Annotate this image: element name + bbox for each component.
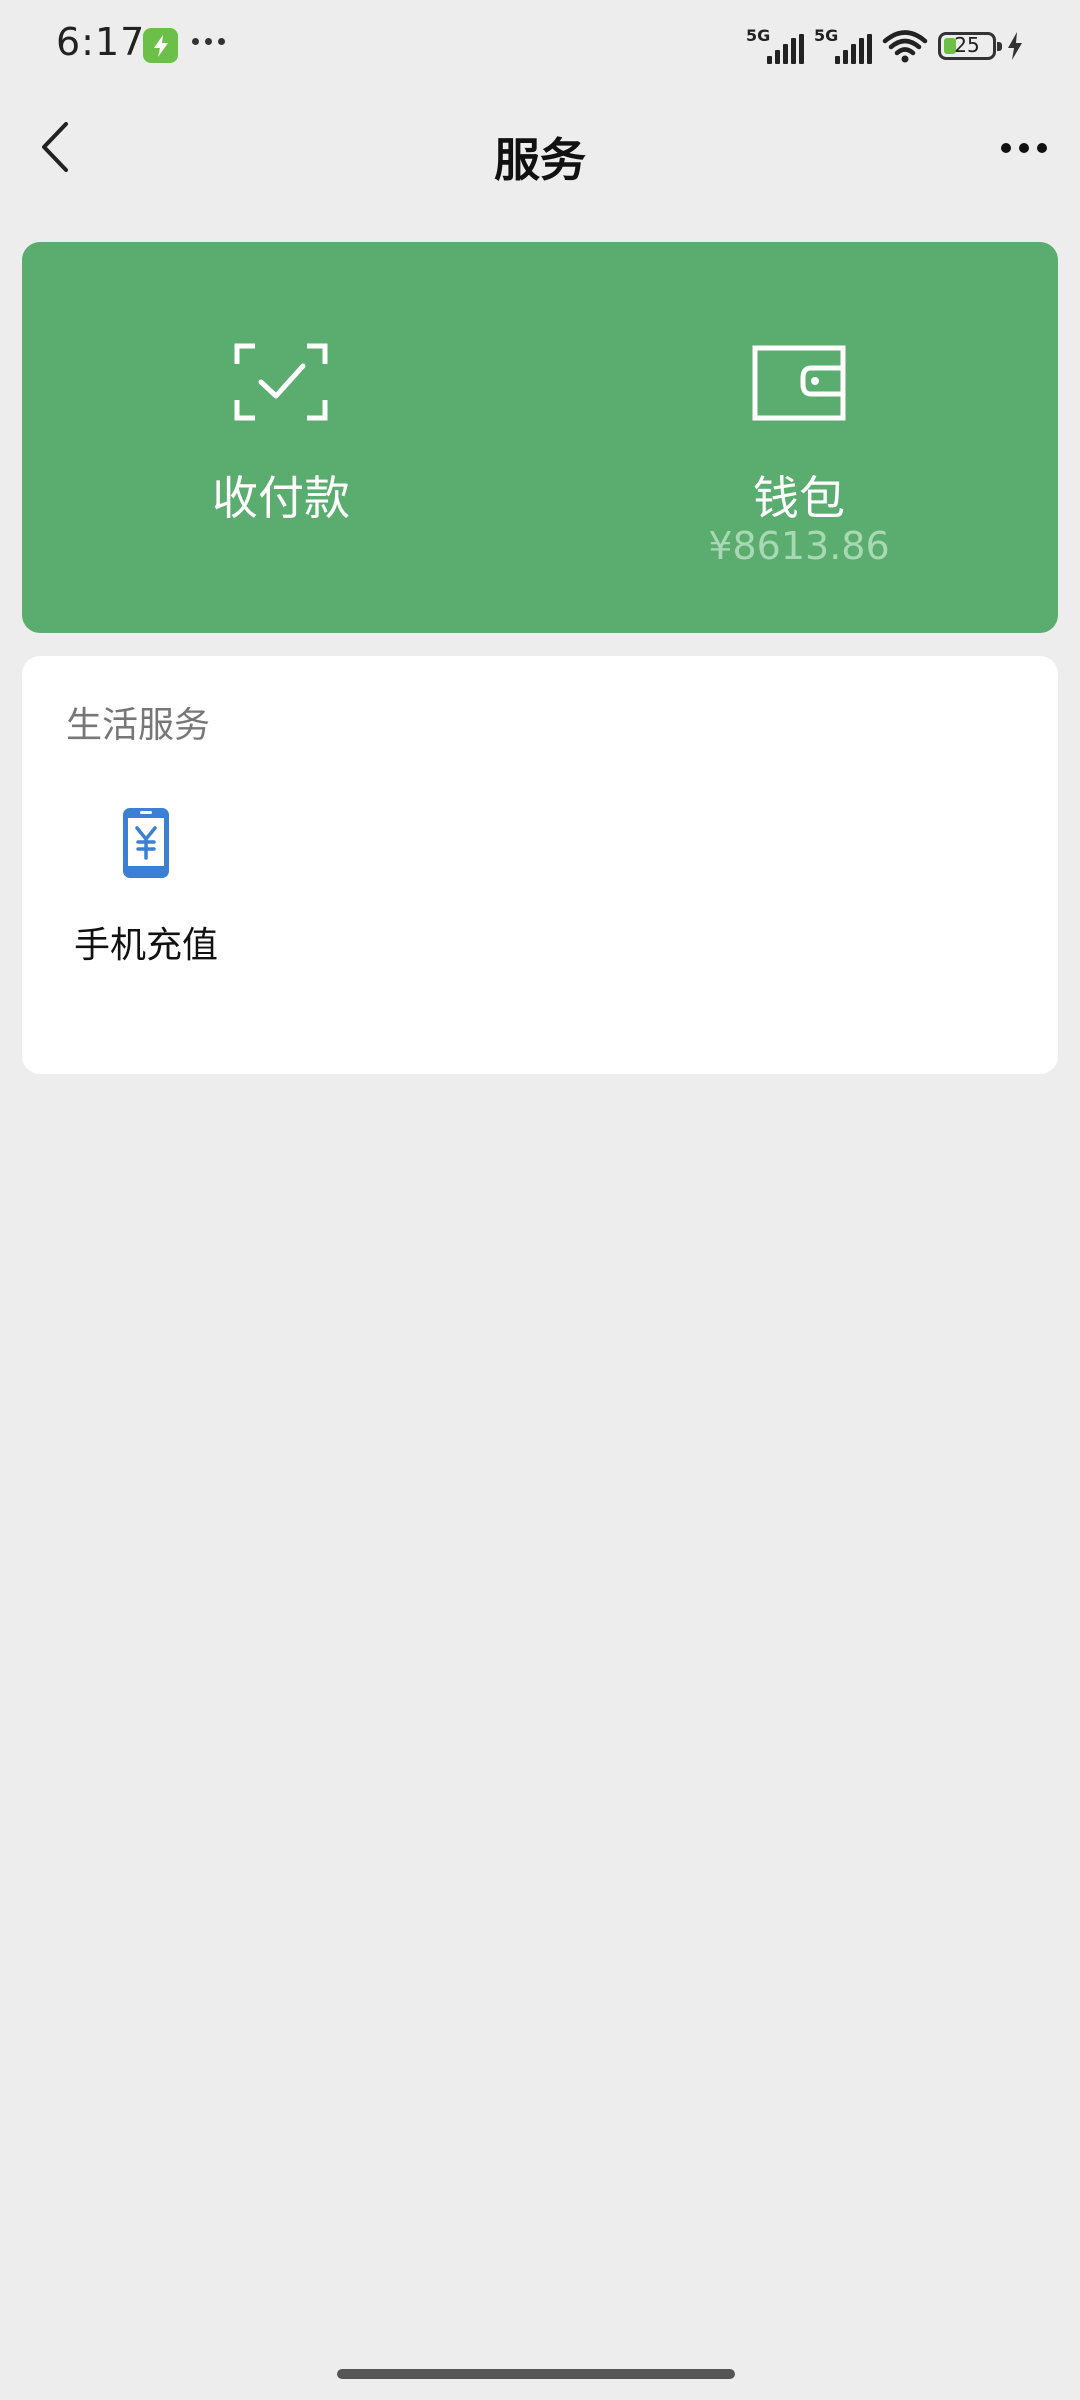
more-options-button[interactable] bbox=[994, 124, 1054, 172]
home-indicator[interactable] bbox=[337, 2369, 735, 2379]
status-time: 6:17 bbox=[56, 20, 146, 64]
status-bar: 6:17 5G 5G 25 bbox=[0, 0, 1080, 92]
more-dot bbox=[1019, 143, 1029, 153]
life-services-title: 生活服务 bbox=[66, 705, 211, 746]
wallet-label: 钱包 bbox=[753, 471, 845, 525]
phone-recharge-label: 手机充值 bbox=[73, 925, 218, 966]
scan-check-icon bbox=[234, 343, 328, 421]
battery-icon: 25 bbox=[938, 32, 1002, 60]
charging-icon bbox=[1008, 32, 1022, 60]
status-indicators: 5G 5G 25 bbox=[746, 24, 1024, 68]
phone-recharge-button[interactable]: 手机充值 bbox=[56, 806, 236, 986]
nav-bar: 服务 bbox=[0, 92, 1080, 222]
signal-icon: 5G bbox=[746, 26, 804, 66]
battery-level: 25 bbox=[954, 33, 980, 57]
collect-pay-button[interactable]: 收付款 bbox=[22, 242, 540, 633]
signal-icon: 5G bbox=[814, 26, 872, 66]
more-dot bbox=[1037, 143, 1047, 153]
wallet-balance: ¥8613.86 bbox=[708, 524, 890, 568]
charging-app-icon bbox=[143, 28, 178, 63]
wifi-icon bbox=[882, 30, 928, 63]
wallet-button[interactable]: 钱包 ¥8613.86 bbox=[540, 242, 1058, 633]
collect-pay-label: 收付款 bbox=[212, 471, 350, 525]
more-dot bbox=[1001, 143, 1011, 153]
wallet-icon bbox=[752, 345, 846, 421]
more-notifications-icon bbox=[192, 38, 225, 45]
pay-card: 收付款 钱包 ¥8613.86 bbox=[22, 242, 1058, 633]
phone-recharge-icon bbox=[123, 808, 169, 878]
life-services-card: 生活服务 手机充值 bbox=[22, 656, 1058, 1074]
page-title: 服务 bbox=[494, 133, 586, 187]
